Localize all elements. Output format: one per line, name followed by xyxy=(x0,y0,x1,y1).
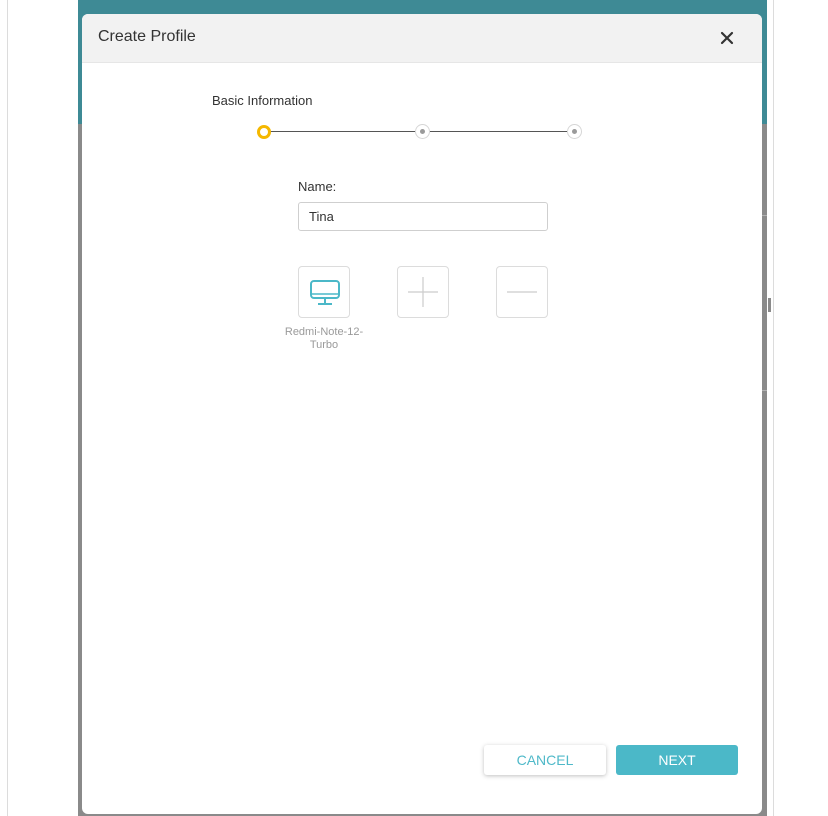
remove-device-button[interactable] xyxy=(496,266,548,318)
step-label: Basic Information xyxy=(212,93,313,108)
background-element xyxy=(768,298,771,312)
page-border-left xyxy=(7,0,8,816)
device-name: Redmi-Note-12-Turbo xyxy=(284,326,364,351)
page-border-right xyxy=(773,0,774,816)
next-button[interactable]: NEXT xyxy=(616,745,738,775)
background-divider xyxy=(762,390,767,391)
add-device-button[interactable] xyxy=(397,266,449,318)
background-divider xyxy=(762,215,767,216)
close-button[interactable] xyxy=(710,22,744,54)
name-input[interactable] xyxy=(298,202,548,231)
minus-icon xyxy=(507,291,537,293)
close-icon xyxy=(720,31,734,45)
dialog-title: Create Profile xyxy=(98,28,196,45)
monitor-icon xyxy=(310,280,340,305)
create-profile-dialog: Create Profile Basic Information Name: R… xyxy=(82,14,762,814)
name-label: Name: xyxy=(298,179,337,194)
plus-icon xyxy=(408,277,438,307)
step-indicator xyxy=(567,124,582,139)
step-connector xyxy=(267,131,415,132)
cancel-button[interactable]: CANCEL xyxy=(484,745,606,775)
step-indicator xyxy=(415,124,430,139)
device-tile[interactable] xyxy=(298,266,350,318)
step-indicator-active xyxy=(257,125,271,139)
step-connector xyxy=(430,131,567,132)
dialog-header: Create Profile xyxy=(82,14,762,63)
